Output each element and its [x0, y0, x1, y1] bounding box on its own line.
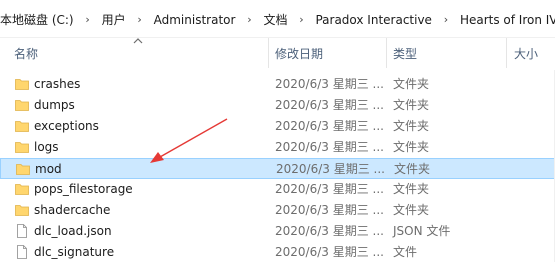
folder-icon — [15, 79, 29, 90]
file-type: 文件夹 — [393, 77, 430, 91]
file-date: 2020/6/3 星期三 ... — [275, 140, 384, 154]
file-type: 文件 — [393, 245, 418, 259]
folder-icon — [15, 184, 29, 195]
breadcrumb-users[interactable]: 用户 — [102, 12, 126, 28]
file-name: dumps — [34, 98, 75, 112]
file-name: logs — [34, 140, 59, 154]
list-item-shadercache[interactable]: shadercache 2020/6/3 星期三 ... 文件夹 — [0, 200, 555, 221]
file-date: 2020/6/3 星期三 ... — [275, 182, 384, 196]
breadcrumb-paradox-interactive[interactable]: Paradox Interactive — [315, 12, 431, 28]
file-date: 2020/6/3 星期三 ... — [275, 224, 384, 238]
breadcrumb-hearts-of-iron-iv[interactable]: Hearts of Iron IV — [460, 12, 555, 28]
file-date: 2020/6/3 星期三 ... — [275, 203, 384, 217]
folder-icon — [15, 142, 29, 153]
file-date: 2020/6/3 星期三 ... — [275, 77, 384, 91]
column-divider[interactable] — [506, 38, 507, 68]
list-item-dlc-load-json[interactable]: dlc_load.json 2020/6/3 星期三 ... JSON 文件 — [0, 221, 555, 242]
file-type: 文件夹 — [394, 162, 431, 176]
file-date: 2020/6/3 星期三 ... — [275, 98, 384, 112]
file-date: 2020/6/3 星期三 ... — [275, 245, 384, 259]
file-name: shadercache — [34, 203, 111, 217]
file-date: 2020/6/3 星期三 ... — [276, 162, 385, 176]
folder-icon — [15, 121, 29, 132]
column-header-name[interactable]: 名称 — [14, 46, 38, 62]
file-icon — [17, 224, 27, 238]
list-item-dumps[interactable]: dumps 2020/6/3 星期三 ... 文件夹 — [0, 95, 555, 116]
file-type: 文件夹 — [393, 98, 430, 112]
file-type: JSON 文件 — [393, 224, 451, 238]
file-type: 文件夹 — [393, 182, 430, 196]
column-header-type[interactable]: 类型 — [393, 46, 417, 62]
list-item-logs[interactable]: logs 2020/6/3 星期三 ... 文件夹 — [0, 137, 555, 158]
chevron-right-icon[interactable]: › — [287, 12, 315, 28]
folder-icon — [15, 205, 29, 216]
chevron-right-icon[interactable]: › — [432, 12, 460, 28]
file-explorer-window: 本地磁盘 (C:) › 用户 › Administrator › 文档 › Pa… — [0, 0, 555, 262]
file-list: crashes 2020/6/3 星期三 ... 文件夹 dumps 2020/… — [0, 74, 555, 262]
address-bar[interactable]: 本地磁盘 (C:) › 用户 › Administrator › 文档 › Pa… — [0, 0, 555, 38]
folder-icon — [16, 164, 30, 175]
breadcrumb-administrator[interactable]: Administrator — [154, 12, 236, 28]
file-icon — [17, 245, 27, 259]
column-divider[interactable] — [386, 38, 387, 68]
column-header-size[interactable]: 大小 — [514, 46, 538, 62]
list-item-exceptions[interactable]: exceptions 2020/6/3 星期三 ... 文件夹 — [0, 116, 555, 137]
list-item-crashes[interactable]: crashes 2020/6/3 星期三 ... 文件夹 — [0, 74, 555, 95]
column-header-date[interactable]: 修改日期 — [275, 46, 323, 62]
file-name: dlc_load.json — [34, 224, 112, 238]
file-name: exceptions — [34, 119, 99, 133]
file-name: mod — [35, 162, 62, 176]
breadcrumb-documents[interactable]: 文档 — [263, 12, 287, 28]
chevron-right-icon[interactable]: › — [126, 12, 154, 28]
breadcrumb: 本地磁盘 (C:) › 用户 › Administrator › 文档 › Pa… — [0, 12, 555, 28]
column-headers: 名称 修改日期 类型 大小 — [0, 38, 555, 68]
file-date: 2020/6/3 星期三 ... — [275, 119, 384, 133]
list-item-dlc-signature[interactable]: dlc_signature 2020/6/3 星期三 ... 文件 — [0, 242, 555, 262]
list-item-pops-filestorage[interactable]: pops_filestorage 2020/6/3 星期三 ... 文件夹 — [0, 179, 555, 200]
chevron-right-icon[interactable]: › — [74, 12, 102, 28]
sort-ascending-icon — [133, 38, 143, 44]
list-item-mod[interactable]: mod 2020/6/3 星期三 ... 文件夹 — [0, 158, 555, 179]
file-type: 文件夹 — [393, 119, 430, 133]
column-divider[interactable] — [268, 38, 269, 68]
file-name: pops_filestorage — [34, 182, 133, 196]
file-type: 文件夹 — [393, 140, 430, 154]
chevron-right-icon[interactable]: › — [235, 12, 263, 28]
folder-icon — [15, 100, 29, 111]
file-name: crashes — [34, 77, 81, 91]
file-type: 文件夹 — [393, 203, 430, 217]
file-name: dlc_signature — [34, 245, 115, 259]
breadcrumb-local-disk[interactable]: 本地磁盘 (C:) — [0, 12, 74, 28]
